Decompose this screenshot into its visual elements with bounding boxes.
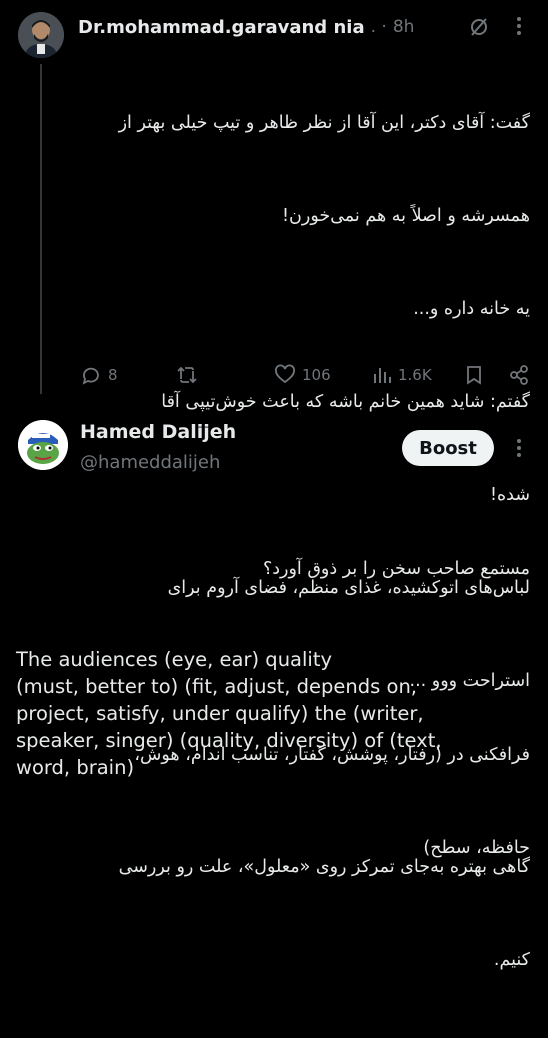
text-line: کنیم.: [493, 950, 530, 970]
like-count: 106: [302, 366, 331, 384]
views-count: 1.6K: [398, 366, 432, 384]
author-avatar[interactable]: [18, 12, 64, 58]
post-time[interactable]: 8h: [393, 17, 415, 37]
text-line: word, brain): [16, 756, 135, 779]
repost-icon: [177, 366, 197, 384]
heart-icon: [275, 364, 295, 384]
reply-count: 8: [108, 366, 118, 384]
text-line: همسرشه و اصلاً به هم نمی‌خورن!: [282, 206, 530, 226]
repost-button[interactable]: [176, 364, 198, 386]
separator: . ·: [370, 17, 387, 37]
text-line: project, satisfy, under qualify) the (wr…: [16, 702, 424, 725]
boost-button[interactable]: Boost: [402, 430, 494, 466]
author-avatar[interactable]: [18, 420, 68, 470]
share-icon[interactable]: [508, 364, 530, 390]
more-icon[interactable]: [516, 16, 522, 40]
views-icon: [374, 368, 391, 383]
text-line: گفتم: شاید همین خانم باشه که باعث خوش‌تی…: [161, 392, 530, 412]
text-line: (must, better to) (fit, adjust, depends …: [16, 675, 417, 698]
text-line: حافظه، سطح): [423, 838, 530, 858]
reply-button[interactable]: 8: [80, 364, 118, 386]
grok-icon[interactable]: [468, 16, 490, 42]
views-button[interactable]: 1.6K: [372, 364, 432, 386]
post-header: Dr.mohammad.garavand nia . · 8h: [78, 14, 414, 40]
author-name[interactable]: Dr.mohammad.garavand nia: [78, 17, 365, 38]
text-line: speaker, singer) (quality, diversity) of…: [16, 729, 442, 752]
author-name[interactable]: Hamed Dalijeh: [80, 421, 236, 443]
text-line: گفت: آقای دکتر، این آقا از نظر ظاهر و تی…: [118, 113, 530, 133]
bookmark-icon[interactable]: [464, 364, 484, 390]
reply-icon: [82, 367, 99, 385]
text-line: The audiences (eye, ear) quality: [16, 648, 333, 671]
text-line: مستمع صاحب سخن را بر ذوق آورد؟: [262, 559, 530, 579]
thread-line: [40, 64, 42, 394]
author-handle[interactable]: @hameddalijeh: [80, 452, 220, 473]
post-body-english: The audiences (eye, ear) quality (must, …: [16, 646, 541, 781]
more-icon[interactable]: [516, 438, 522, 462]
text-line: یه خانه داره و...: [413, 299, 530, 319]
like-button[interactable]: 106: [274, 364, 331, 386]
